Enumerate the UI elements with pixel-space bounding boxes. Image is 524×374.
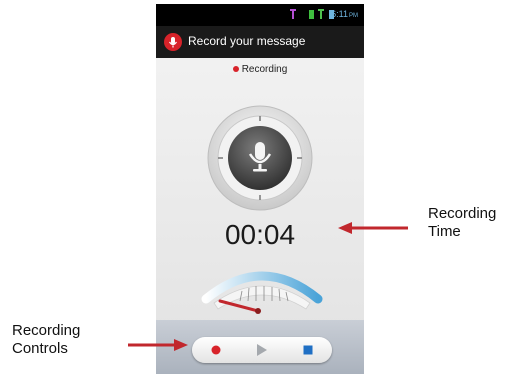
recording-time-annotation: Recording Time [428, 205, 496, 241]
antenna-icon [290, 9, 296, 19]
page-title: Record your message [188, 34, 306, 48]
level-meter [201, 271, 323, 314]
phone-screen: 6:11PM Record your message Recording 00:… [156, 4, 364, 374]
recording-status: Recording [156, 64, 364, 75]
status-bar: 6:11PM [156, 4, 364, 26]
annotation-line: Recording [428, 205, 497, 222]
annotation-line: Recording [12, 322, 81, 339]
recording-dot-icon [232, 66, 239, 73]
play-icon [257, 344, 267, 356]
status-time-value: 6:11 [331, 9, 348, 19]
stop-button[interactable] [298, 341, 318, 359]
signal-icon [318, 9, 324, 19]
record-button[interactable] [206, 341, 226, 359]
stop-icon [303, 345, 313, 355]
microphone-dial[interactable] [206, 104, 314, 212]
status-time: 6:11PM [331, 9, 358, 19]
usb-icon [309, 10, 314, 19]
recording-time: 00:04 [224, 219, 296, 250]
recording-time-arrow [338, 222, 408, 234]
recording-controls-annotation: Recording Controls [12, 322, 80, 358]
play-button[interactable] [252, 341, 272, 359]
meter-needle [218, 299, 260, 313]
recording-status-text: Recording [241, 64, 288, 75]
annotation-line: Time [428, 223, 461, 240]
annotation-line: Controls [12, 340, 68, 357]
recording-controls-arrow [128, 339, 188, 351]
status-time-suffix: PM [349, 13, 358, 19]
microphone-icon [164, 33, 182, 51]
title-bar: Record your message [156, 26, 364, 58]
recording-controls [192, 337, 332, 363]
record-icon [211, 345, 221, 355]
